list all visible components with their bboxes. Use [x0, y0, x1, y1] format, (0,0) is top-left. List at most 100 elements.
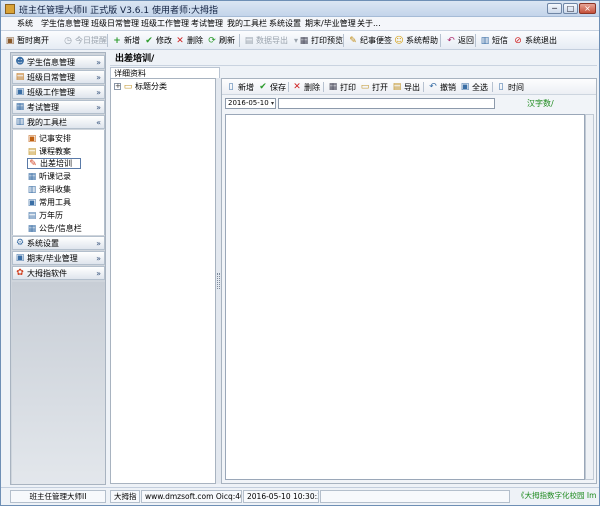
sidebar-item-data-collection[interactable]: ▥ 资料收集 — [27, 184, 71, 195]
sidebar-group-class-daily[interactable]: ▤ 班级日常管理 » — [12, 70, 105, 84]
status-app-name: 班主任管理大师II — [10, 490, 106, 503]
undo-icon: ↶ — [429, 82, 437, 92]
menu-class-daily[interactable]: 班级日常管理 — [91, 18, 139, 30]
calendar-icon: ▤ — [27, 210, 37, 221]
sidebar-empty-area — [12, 282, 105, 484]
sidebar-item-business-trip[interactable]: ✎ 出差培训 — [27, 158, 81, 169]
menu-class-work[interactable]: 班级工作管理 — [141, 18, 189, 30]
x-icon: ✕ — [293, 82, 301, 92]
select-all-icon: ▣ — [460, 82, 470, 92]
edit-button[interactable]: ✔ 修改 — [144, 34, 172, 47]
title-input[interactable] — [278, 98, 495, 109]
splitter-grip[interactable] — [217, 273, 220, 289]
toolbar-items-panel: ▣ 记事安排 ▤ 课程教案 ✎ 出差培训 ▦ 听课记录 ▥ 资料收集 ▣ 常用工… — [12, 130, 105, 235]
sidebar-item-common-tools[interactable]: ▣ 常用工具 — [27, 197, 71, 208]
print-preview-button[interactable]: ▦ 打印预览 — [299, 34, 343, 47]
sidebar-group-software[interactable]: ✿ 大拇指软件 » — [12, 266, 105, 280]
menu-exam[interactable]: 考试管理 — [191, 18, 223, 30]
sidebar-group-settings[interactable]: ⚙ 系统设置 » — [12, 236, 105, 250]
menu-term-end[interactable]: 期末/毕业管理 — [305, 18, 356, 30]
open-folder-icon: ▭ — [360, 82, 370, 92]
vertical-scrollbar[interactable] — [585, 114, 594, 480]
lesson-icon: ▤ — [27, 146, 37, 157]
editor-delete-button[interactable]: ✕ 删除 — [292, 81, 320, 93]
folder-icon: ▥ — [27, 184, 37, 195]
leave-button[interactable]: ▣ 暂时离开 — [5, 34, 49, 47]
app-icon — [5, 4, 15, 14]
sidebar-item-calendar[interactable]: ▤ 万年历 — [27, 210, 63, 221]
editor-select-all-button[interactable]: ▣ 全选 — [460, 81, 488, 93]
sidebar-group-my-toolbar[interactable]: ▥ 我的工具栏 « — [12, 115, 105, 129]
category-tree: + ▭ 标题分类 — [110, 78, 216, 484]
chevron-expand-icon: » — [96, 254, 101, 263]
add-button[interactable]: + 新增 — [112, 34, 140, 47]
exit-button[interactable]: ⊘ 系统退出 — [513, 34, 557, 47]
title-bar: 班主任管理大师II 正式版 V3.6.1 使用者师:大拇指 ─ □ × — [1, 1, 599, 17]
help-icon: ☺ — [394, 35, 404, 46]
chevron-collapse-icon: « — [96, 118, 101, 127]
chevron-down-icon: ▾ — [294, 36, 299, 45]
record-icon: ▦ — [27, 171, 37, 182]
menu-my-toolbar[interactable]: 我的工具栏 — [227, 18, 267, 30]
editor-save-button[interactable]: ✔ 保存 — [258, 81, 286, 93]
menu-about[interactable]: 关于... — [357, 18, 381, 30]
char-count-label: 汉字数/ — [527, 99, 554, 108]
menu-settings[interactable]: 系统设置 — [269, 18, 301, 30]
sidebar-item-memo-schedule[interactable]: ▣ 记事安排 — [27, 133, 71, 144]
tree-node-root[interactable]: + ▭ 标题分类 — [114, 81, 167, 92]
toolbar-separator — [492, 82, 493, 92]
editor-undo-button[interactable]: ↶ 撤销 — [428, 81, 456, 93]
editor-new-button[interactable]: ▯ 新增 — [226, 81, 254, 93]
data-export-button[interactable]: ▤ 数据导出 ▾ — [244, 34, 298, 47]
software-icon: ✿ — [16, 268, 24, 278]
briefcase-icon: ▣ — [5, 35, 15, 46]
plus-icon: + — [113, 35, 121, 46]
sidebar-group-student-info[interactable]: ☻ 学生信息管理 » — [12, 55, 105, 69]
pencil-icon: ✎ — [29, 158, 37, 169]
memo-button[interactable]: ✎ 纪事便签 — [348, 34, 392, 47]
refresh-icon: ⟳ — [208, 35, 216, 46]
date-dropdown[interactable]: 2016-05-10 ▾ — [225, 98, 276, 109]
status-user: 大拇指 — [110, 490, 140, 503]
maximize-button[interactable]: □ — [563, 3, 578, 14]
sidebar-item-lecture-record[interactable]: ▦ 听课记录 — [27, 171, 71, 182]
menu-student-info[interactable]: 学生信息管理 — [41, 18, 89, 30]
editor-export-button[interactable]: ▤ 导出 — [392, 81, 420, 93]
chevron-down-icon[interactable]: ▾ — [271, 99, 274, 108]
tab-details[interactable]: 详细资料 — [110, 67, 220, 78]
editor-open-button[interactable]: ▭ 打开 — [360, 81, 388, 93]
today-reminder-button[interactable]: ◷ 今日提醒 — [63, 34, 107, 47]
minimize-button[interactable]: ─ — [547, 3, 562, 14]
sidebar-item-lesson-plan[interactable]: ▤ 课程教案 — [27, 146, 71, 157]
expand-icon[interactable]: + — [114, 83, 121, 90]
tools-icon: ▣ — [27, 197, 37, 208]
content-editor[interactable] — [225, 114, 585, 480]
main-toolbar: ▣ 暂时离开 ◷ 今日提醒 + 新增 ✔ 修改 ✕ 删除 ⟳ 刷新 ▤ 数据导出… — [1, 31, 599, 50]
menu-system[interactable]: 系统 — [17, 18, 33, 30]
toolbox-icon: ▥ — [15, 117, 25, 127]
sidebar-item-bulletin[interactable]: ▦ 公告/信息栏 — [27, 223, 82, 234]
back-button[interactable]: ↶ 返回 — [446, 34, 474, 47]
status-website: www.dmzsoft.com Oicq:4619837 — [141, 490, 242, 503]
refresh-button[interactable]: ⟳ 刷新 — [207, 34, 235, 47]
help-button[interactable]: ☺ 系统帮助 — [394, 34, 438, 47]
close-button[interactable]: × — [579, 3, 596, 14]
delete-button[interactable]: ✕ 删除 — [175, 34, 203, 47]
chevron-expand-icon: » — [96, 88, 101, 97]
editor-time-button[interactable]: ▯ 时间 — [496, 81, 524, 93]
sidebar-group-term-end[interactable]: ▣ 期末/毕业管理 » — [12, 251, 105, 265]
toolbar-separator — [323, 82, 324, 92]
calendar-icon: ▤ — [15, 72, 25, 82]
toolbar-separator — [239, 34, 240, 47]
toolbar-separator — [107, 34, 108, 47]
back-icon: ↶ — [447, 35, 455, 46]
sidebar-group-class-work[interactable]: ▣ 班级工作管理 » — [12, 85, 105, 99]
page-title: 出差培训/ — [110, 52, 597, 66]
toolbar-separator — [475, 34, 476, 47]
graduation-icon: ▣ — [15, 253, 25, 263]
time-icon: ▯ — [498, 82, 504, 92]
sidebar-group-exam[interactable]: ▦ 考试管理 » — [12, 100, 105, 114]
sms-button[interactable]: ▥ 短信 — [480, 34, 508, 47]
export-icon: ▤ — [392, 82, 402, 92]
editor-print-button[interactable]: ▦ 打印 — [328, 81, 356, 93]
